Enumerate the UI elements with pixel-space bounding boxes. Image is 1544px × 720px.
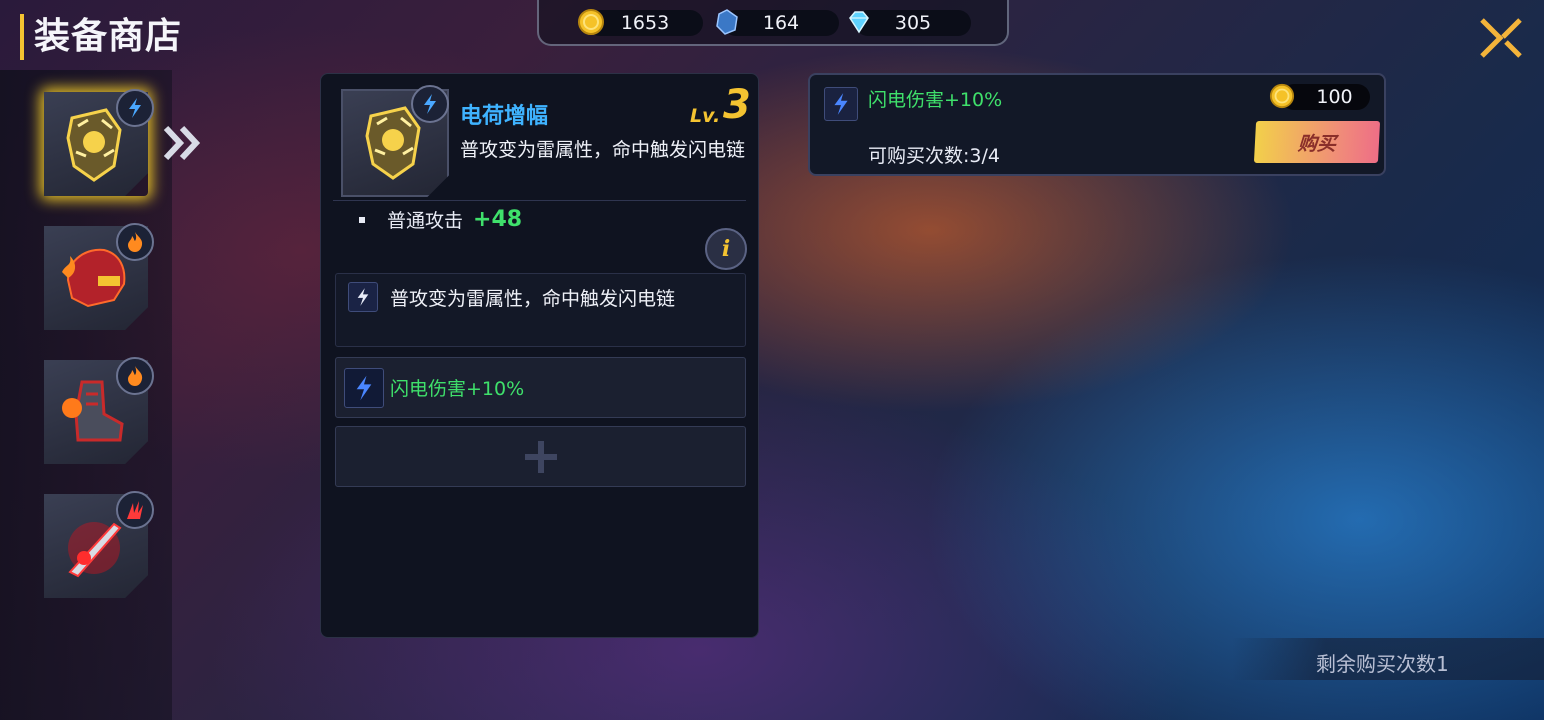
gold-coin-icon [578, 9, 604, 35]
chevron-right-icon [163, 125, 201, 161]
info-button[interactable]: i [705, 228, 747, 270]
price-pill: 100 [1269, 83, 1370, 110]
offer-name: 闪电伤害+10% [868, 89, 1003, 111]
bullet [359, 216, 365, 223]
remaining-purchases: 剩余购买次数1 [1316, 652, 1449, 676]
lightning-icon [834, 93, 848, 115]
divider [333, 200, 746, 201]
equipment-detail-panel: 电荷增幅 Lv. 3 普攻变为雷属性，命中触发闪电链 普通攻击 +48 i 普攻… [320, 73, 759, 638]
level-prefix: Lv. [690, 105, 721, 127]
modifier-text: 闪电伤害+10% [390, 378, 525, 400]
fire-badge [116, 357, 154, 395]
claw-icon [127, 501, 143, 519]
close-icon[interactable] [1476, 16, 1524, 60]
offer-card: 闪电伤害+10% 100 购买 可购买次数:3/4 [808, 73, 1386, 176]
passive-lightning-icon [348, 282, 378, 312]
offer-lightning-icon [824, 87, 858, 121]
lightning-icon [357, 288, 369, 306]
level-value: 3 [723, 82, 751, 128]
passive-description: 普攻变为雷属性，命中触发闪电链 [390, 288, 676, 310]
blue-crystal-icon [716, 9, 738, 35]
lightning-badge [411, 85, 449, 123]
item-name: 电荷增幅 [460, 104, 549, 129]
gold-coin-icon [1269, 83, 1295, 109]
stat-row: 普通攻击 +48 [359, 206, 522, 233]
stat-value: +48 [473, 207, 523, 232]
offer-price: 100 [1316, 86, 1353, 108]
item-description: 普攻变为雷属性，命中触发闪电链 [460, 139, 746, 161]
fire-icon [128, 366, 143, 386]
fire-badge [116, 223, 154, 261]
gold-counter: 1653 [578, 9, 703, 36]
add-modifier-slot[interactable] [335, 426, 746, 487]
equipment-slot-3[interactable] [44, 357, 154, 464]
stat-label: 普通攻击 [387, 210, 464, 232]
equipment-slot-4[interactable] [44, 491, 154, 598]
fire-icon [128, 232, 143, 252]
passive-skill-box: 普攻变为雷属性，命中触发闪电链 [335, 273, 746, 347]
crystal-counter: 164 [716, 9, 839, 36]
plus-icon [524, 440, 557, 473]
diamond-counter: 305 [849, 10, 971, 36]
lightning-icon [424, 94, 436, 114]
modifier-slot-1[interactable]: 闪电伤害+10% [335, 357, 746, 418]
purchase-limit: 可购买次数:3/4 [868, 145, 1000, 167]
buy-button[interactable]: 购买 [1253, 121, 1381, 163]
lightning-badge [116, 89, 154, 127]
currency-bar: 1653 164 305 [537, 0, 1009, 46]
modifier-lightning-icon [344, 368, 384, 408]
lightning-icon [356, 375, 372, 401]
page-title: 装备商店 [20, 14, 182, 60]
claw-badge [116, 491, 154, 529]
diamond-icon [849, 11, 869, 34]
equipment-slot-2[interactable] [44, 223, 154, 330]
lightning-icon [129, 98, 141, 118]
equipment-slot-1[interactable] [44, 89, 154, 196]
